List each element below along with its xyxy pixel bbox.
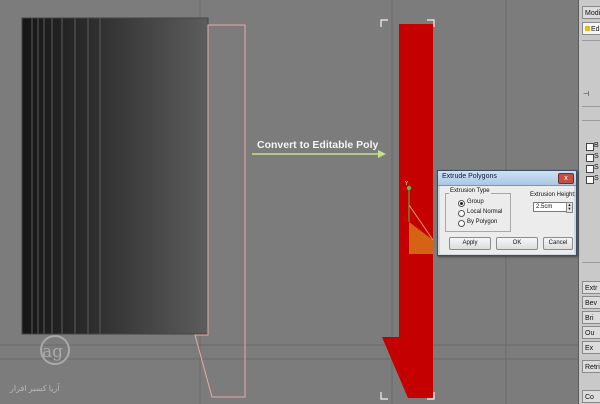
apply-button[interactable]: Apply — [449, 237, 491, 250]
rollout-checkbox[interactable] — [586, 176, 594, 184]
retriangulate-button[interactable]: Retri — [582, 360, 600, 373]
dialog-titlebar[interactable]: Extrude Polygons x — [438, 171, 576, 186]
radio-group-option[interactable] — [458, 200, 465, 207]
rollout-checkbox[interactable] — [586, 154, 594, 162]
rollout-checkbox-label: B — [594, 142, 599, 149]
editable-poly-object — [382, 24, 433, 398]
arrow-right-icon — [252, 150, 386, 158]
radio-group-label: Group — [467, 199, 484, 205]
modifier-stack-item[interactable]: Ed — [582, 22, 600, 35]
radio-by-polygon-option[interactable] — [458, 220, 465, 227]
cancel-button[interactable]: Cancel — [543, 237, 573, 250]
extrude-button[interactable]: Extr — [582, 281, 600, 294]
extrusion-type-label: Extrusion Type — [449, 188, 491, 194]
close-icon[interactable]: x — [558, 173, 574, 184]
ok-button[interactable]: OK — [496, 237, 538, 250]
watermark-text: آریا کسبر افزار — [10, 384, 60, 393]
collapse-button[interactable]: Co — [582, 390, 600, 403]
spinner-icon[interactable]: ▲ ▼ — [566, 202, 573, 213]
bevel-button[interactable]: Bev — [582, 296, 600, 309]
radio-local-normal-option[interactable] — [458, 210, 465, 217]
modifier-stack-label: Ed — [591, 26, 600, 33]
pin-stack-icon[interactable]: ⊣ — [583, 90, 589, 98]
bridge-button[interactable]: Bri — [582, 311, 600, 324]
radio-local-normal-label: Local Normal — [467, 209, 503, 215]
watermark-logo-icon: ag — [40, 335, 70, 365]
rollout-checkbox-label: S — [594, 164, 599, 171]
outline-button[interactable]: Ou — [582, 326, 600, 339]
rollout-checkbox-label: S — [594, 153, 599, 160]
dialog-title: Extrude Polygons — [442, 173, 497, 180]
bulb-icon — [585, 26, 590, 31]
extrusion-height-input[interactable]: 2.5cm — [533, 202, 567, 212]
modifier-list-dropdown[interactable]: Modifie — [582, 6, 600, 19]
extrusion-height-label: Extrusion Height: — [530, 192, 576, 198]
dialog-body: Extrusion Type Group Local Normal By Pol… — [440, 186, 576, 254]
radio-by-polygon-label: By Polygon — [467, 219, 498, 225]
command-panel: Modifie Ed ⊣ B S S S Extr Bev Bri Ou Ex … — [578, 0, 600, 404]
dark-box-object — [21, 17, 209, 335]
rollout-checkbox-label: S — [594, 175, 599, 182]
rollout-checkbox[interactable] — [586, 143, 594, 151]
rollout-checkbox[interactable] — [586, 165, 594, 173]
extra-button[interactable]: Ex — [582, 341, 600, 354]
max-viewport-window: Y ag Convert to Editable Poly آریا کسبر … — [0, 0, 600, 404]
extrude-polygons-dialog: Extrude Polygons x Extrusion Type Group … — [437, 170, 577, 256]
convert-annotation-label: Convert to Editable Poly — [257, 139, 379, 151]
svg-text:ag: ag — [42, 342, 63, 362]
